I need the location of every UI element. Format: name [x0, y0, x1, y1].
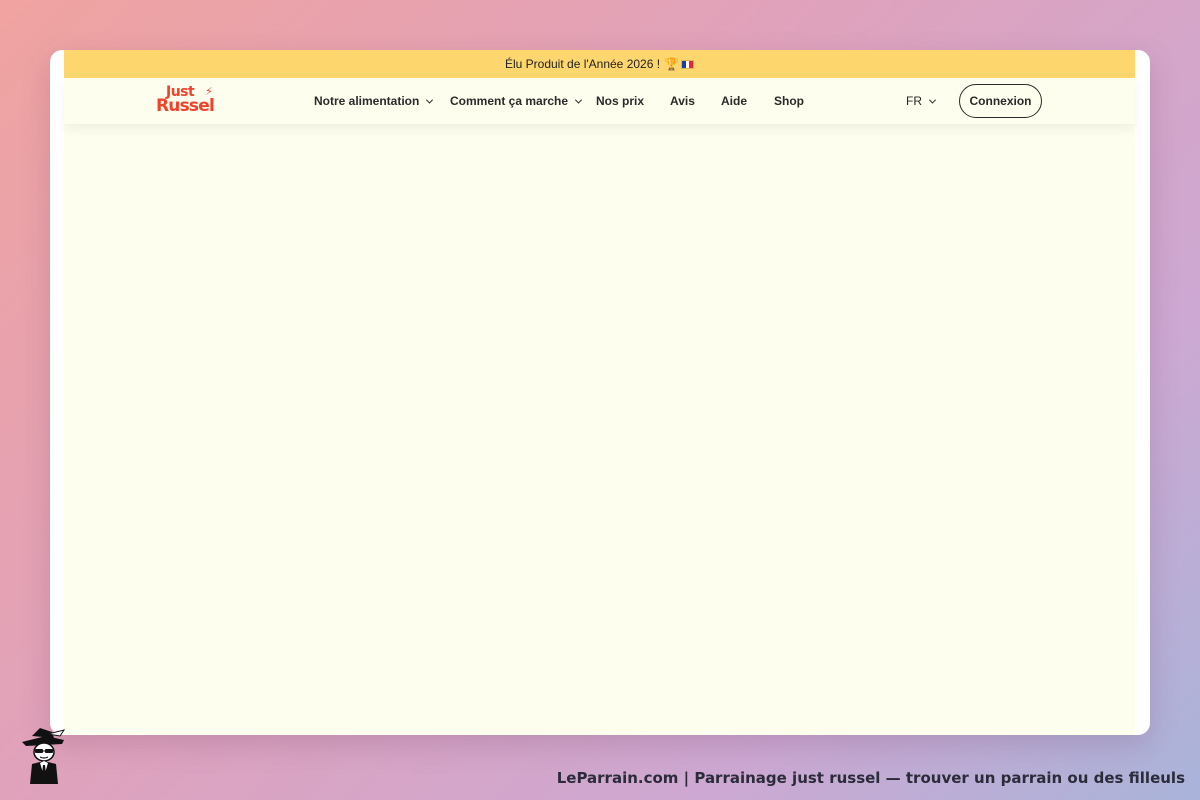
nav-item-avis[interactable]: Avis	[670, 78, 695, 124]
nav-item-label: Comment ça marche	[450, 94, 569, 108]
promo-text: Élu Produit de l'Année 2026 !	[504, 57, 661, 71]
language-label: FR	[906, 94, 922, 108]
chevron-down-icon	[426, 96, 434, 104]
chevron-down-icon	[575, 96, 583, 104]
nav-item-label: Avis	[670, 94, 695, 108]
france-flag-icon	[681, 59, 695, 69]
nav-item-aide[interactable]: Aide	[721, 78, 747, 124]
promo-banner: Élu Produit de l'Année 2026 ! 🏆	[64, 50, 1135, 78]
login-button[interactable]: Connexion	[959, 84, 1042, 118]
nav-item-label: Nos prix	[596, 94, 645, 108]
detective-mascot-icon	[22, 728, 66, 784]
nav-item-nos-prix[interactable]: Nos prix	[596, 78, 644, 124]
nav-item-label: Aide	[721, 94, 748, 108]
chevron-down-icon	[928, 96, 937, 104]
nav-item-label: Notre alimentation	[314, 94, 420, 108]
trophy-icon: 🏆	[664, 57, 680, 71]
nav-item-notre-alimentation[interactable]: Notre alimentation	[314, 78, 434, 124]
nav-item-shop[interactable]: Shop	[774, 78, 804, 124]
browser-window: Élu Produit de l'Année 2026 ! 🏆 Just ⚡ R…	[50, 50, 1150, 735]
language-selector[interactable]: FR	[906, 78, 937, 124]
website-page: Élu Produit de l'Année 2026 ! 🏆 Just ⚡ R…	[64, 50, 1135, 735]
just-russel-logo[interactable]: Just ⚡ Russel	[156, 85, 226, 118]
nav-item-label: Shop	[774, 94, 804, 108]
main-navigation: Just ⚡ Russel Notre alimentation Comment…	[64, 78, 1135, 124]
footer-caption: LeParrain.com | Parrainage just russel —…	[556, 769, 1185, 787]
nav-item-comment-ca-marche[interactable]: Comment ça marche	[450, 78, 583, 124]
logo-line2: Russel	[156, 96, 215, 116]
